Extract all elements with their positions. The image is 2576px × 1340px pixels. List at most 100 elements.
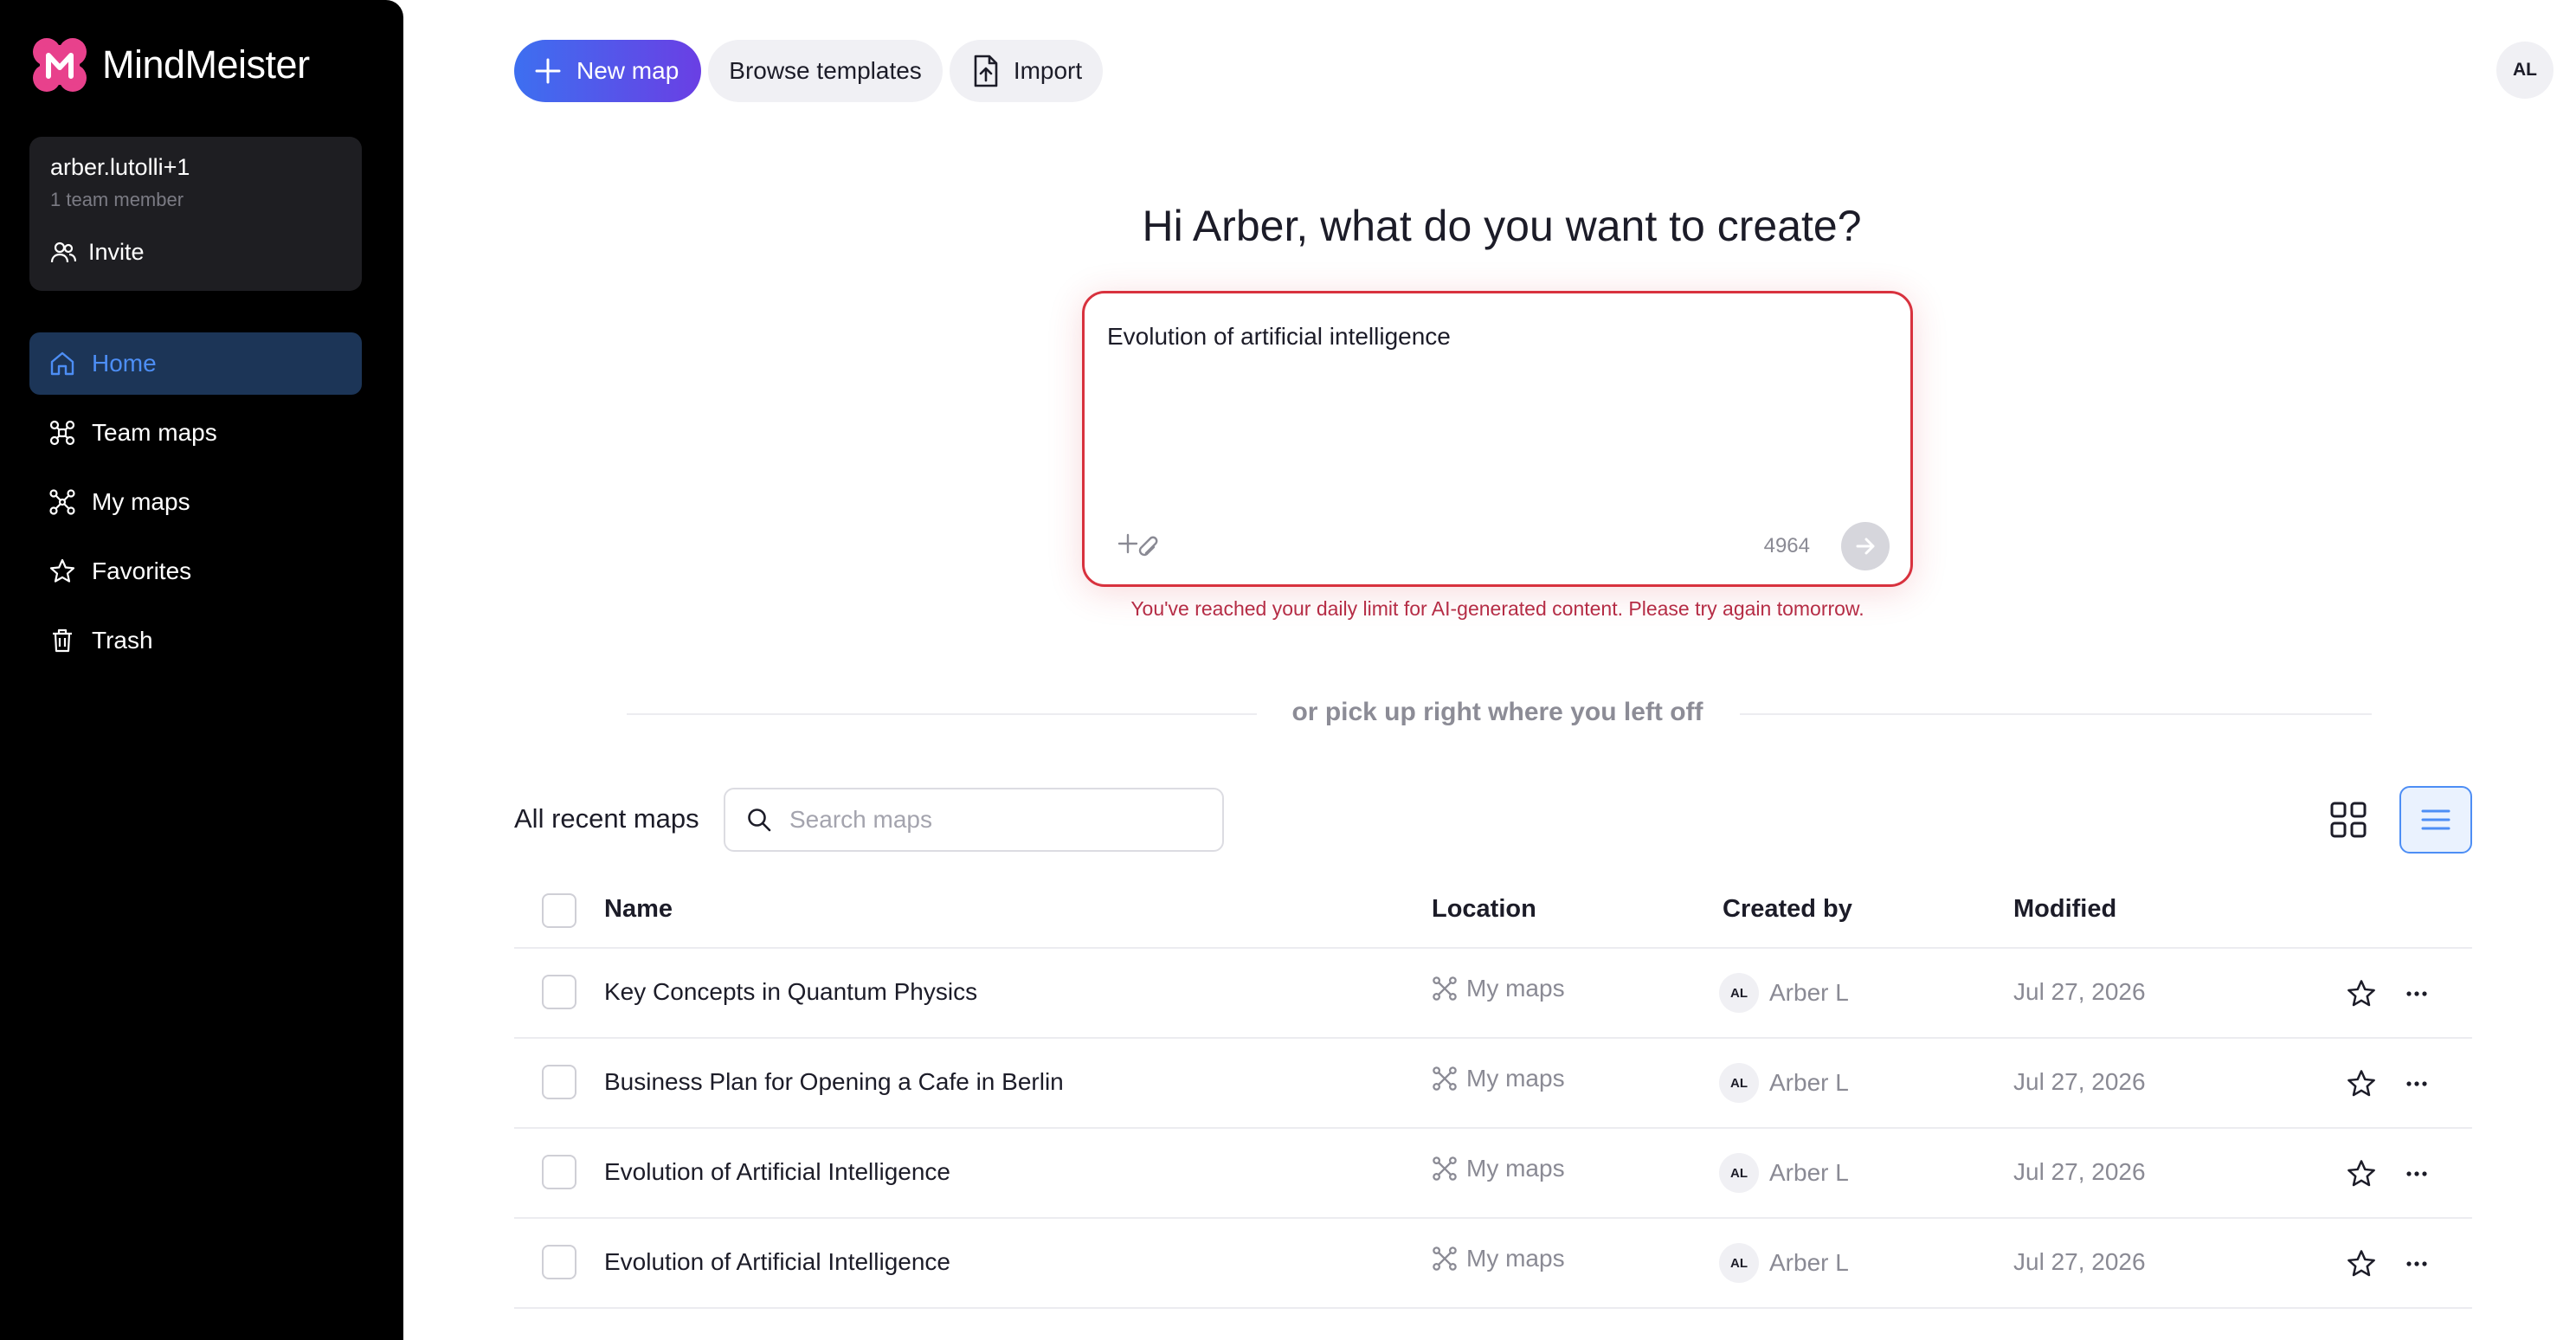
list-view-icon [2421,809,2450,830]
attach-icon[interactable] [1117,531,1169,557]
team-name: arber.lutolli+1 [50,154,190,180]
sidebar-item-my-maps[interactable]: My maps [29,471,362,533]
column-location[interactable]: Location [1432,895,1536,924]
search-input[interactable] [789,806,1170,834]
map-location[interactable]: My maps [1432,1065,1565,1092]
sidebar-item-home[interactable]: Home [29,332,362,395]
map-creator: AL Arber L [1719,973,1849,1013]
more-options-icon[interactable] [2401,1068,2432,1099]
row-checkbox[interactable] [542,1155,576,1189]
mindmeister-logo-icon [33,38,87,92]
map-name[interactable]: Evolution of Artificial Intelligence [604,1158,950,1186]
new-map-label: New map [576,57,679,84]
map-name[interactable]: Business Plan for Opening a Cafe in Berl… [604,1068,1064,1096]
location-label: My maps [1466,1155,1565,1182]
recent-maps-title: All recent maps [514,803,699,834]
divider-line-right [1740,713,2372,715]
list-view-button[interactable] [2399,786,2472,854]
map-creator: AL Arber L [1719,1063,1849,1103]
table-row[interactable]: Business Plan for Opening a Cafe in Berl… [514,1039,2472,1129]
user-avatar[interactable]: AL [2496,42,2553,99]
search-box[interactable] [724,788,1224,852]
greeting-title: Hi Arber, what do you want to create? [1142,202,1862,250]
star-icon [49,558,75,583]
location-label: My maps [1466,1245,1565,1272]
map-modified: Jul 27, 2026 [2013,1158,2146,1185]
my-maps-icon [1433,1066,1457,1091]
column-created-by[interactable]: Created by [1723,895,1852,924]
creator-avatar: AL [1719,1243,1759,1283]
map-name[interactable]: Key Concepts in Quantum Physics [604,978,977,1006]
brand-name: MindMeister [102,42,310,87]
import-file-icon [974,55,998,87]
home-icon [50,351,74,376]
search-icon [748,809,771,832]
trash-icon [53,628,72,653]
team-maps-icon [49,420,75,446]
send-button[interactable] [1841,522,1890,570]
map-modified: Jul 27, 2026 [2013,1068,2146,1095]
divider-text: or pick up right where you left off [1291,698,1703,726]
column-modified[interactable]: Modified [2013,895,2116,924]
creator-avatar: AL [1719,1063,1759,1103]
map-creator: AL Arber L [1719,1243,1849,1283]
new-map-button[interactable]: New map [514,40,702,102]
select-all-checkbox[interactable] [542,893,576,928]
table-header: Name Location Created by Modified [514,874,2472,949]
limit-error-message: You've reached your daily limit for AI-g… [1130,597,1864,620]
ai-prompt-box[interactable]: Evolution of artificial intelligence 496… [1082,291,1913,587]
my-maps-icon [49,489,75,515]
table-row[interactable]: Evolution of Artificial Intelligence My … [514,1129,2472,1219]
char-count: 4964 [1763,534,1810,557]
creator-name: Arber L [1769,1249,1849,1276]
table-row[interactable]: Evolution of Artificial Intelligence My … [514,1219,2472,1309]
more-options-icon[interactable] [2401,978,2432,1009]
creator-name: Arber L [1769,1069,1849,1096]
favorite-star-icon[interactable] [2346,1158,2377,1189]
more-options-icon[interactable] [2401,1248,2432,1279]
plus-icon [535,58,561,84]
sidebar-item-favorites[interactable]: Favorites [29,540,362,602]
column-name[interactable]: Name [604,895,673,924]
my-maps-icon [1433,976,1457,1001]
toolbar: New map Browse templates Import [514,40,1110,102]
sidebar-item-label: My maps [92,488,190,515]
favorite-star-icon[interactable] [2346,1248,2377,1279]
grid-view-icon[interactable] [2328,800,2368,840]
my-maps-icon [1433,1247,1457,1271]
browse-templates-label: Browse templates [729,57,922,84]
table-row[interactable]: Key Concepts in Quantum Physics My maps … [514,949,2472,1039]
ai-prompt-input[interactable]: Evolution of artificial intelligence [1107,323,1451,351]
favorite-star-icon[interactable] [2346,978,2377,1009]
sidebar-item-team-maps[interactable]: Team maps [29,402,362,464]
more-options-icon[interactable] [2401,1158,2432,1189]
creator-name: Arber L [1769,979,1849,1006]
map-location[interactable]: My maps [1432,1155,1565,1182]
creator-name: Arber L [1769,1159,1849,1186]
import-label: Import [1013,57,1083,84]
sidebar-item-label: Trash [92,627,153,654]
map-creator: AL Arber L [1719,1153,1849,1193]
creator-avatar: AL [1719,1153,1759,1193]
arrow-right-icon [1856,538,1875,555]
map-name[interactable]: Evolution of Artificial Intelligence [604,1248,950,1276]
row-checkbox[interactable] [542,1245,576,1279]
favorite-star-icon[interactable] [2346,1068,2377,1099]
recent-maps-table: Name Location Created by Modified Key Co… [514,874,2472,1309]
sidebar-item-label: Home [92,350,157,377]
sidebar-item-label: Favorites [92,557,192,584]
logo[interactable]: MindMeister [29,35,310,95]
sidebar-item-label: Team maps [92,419,217,446]
import-button[interactable]: Import [949,40,1104,102]
my-maps-icon [1433,1156,1457,1181]
location-label: My maps [1466,975,1565,1002]
map-location[interactable]: My maps [1432,975,1565,1002]
row-checkbox[interactable] [542,975,576,1009]
row-checkbox[interactable] [542,1065,576,1099]
map-modified: Jul 27, 2026 [2013,1248,2146,1275]
sidebar-nav: Home Team maps My maps Favorites Trash [29,332,362,679]
browse-templates-button[interactable]: Browse templates [708,40,943,102]
map-modified: Jul 27, 2026 [2013,978,2146,1005]
map-location[interactable]: My maps [1432,1245,1565,1272]
creator-avatar: AL [1719,973,1759,1013]
